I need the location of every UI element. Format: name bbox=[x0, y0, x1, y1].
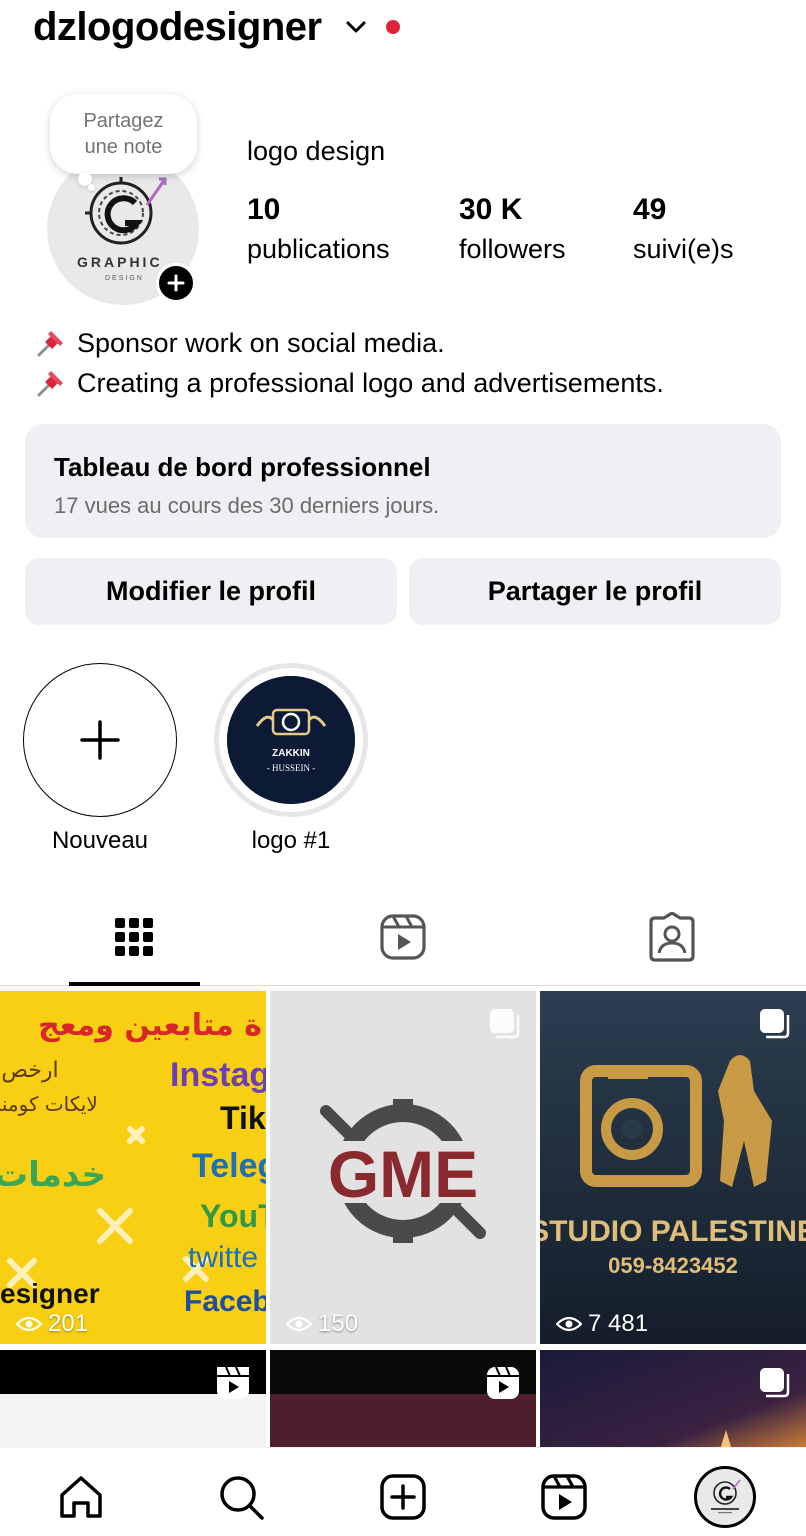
eye-icon bbox=[556, 1316, 582, 1332]
post-tile[interactable] bbox=[0, 1350, 266, 1447]
post-views: 201 bbox=[16, 1310, 88, 1338]
highlight-cover: ZAKKIN - HUSSEIN - bbox=[227, 676, 355, 804]
multiple-images-icon bbox=[490, 1009, 520, 1039]
avatar-text: GRAPHIC bbox=[77, 254, 163, 270]
nav-home[interactable] bbox=[56, 1472, 106, 1522]
profile-tabs bbox=[0, 895, 806, 986]
bio-line-1: Sponsor work on social media. bbox=[77, 328, 445, 358]
reel-icon bbox=[217, 1366, 249, 1399]
note-text-line1: Partagez bbox=[83, 110, 164, 132]
stat-following[interactable]: 49 suivi(e)s bbox=[633, 193, 734, 265]
nav-reels[interactable] bbox=[539, 1472, 589, 1522]
stat-value: 10 bbox=[247, 193, 281, 226]
stat-value: 30 K bbox=[459, 193, 523, 226]
highlight-new[interactable]: Nouveau bbox=[23, 663, 177, 855]
add-story-button[interactable] bbox=[156, 263, 196, 303]
post-views: 150 bbox=[286, 1310, 358, 1338]
pushpin-icon bbox=[37, 371, 63, 397]
post-views: 7 481 bbox=[556, 1310, 648, 1338]
post-image: GME bbox=[270, 991, 536, 1344]
post-arabic-3: خدمات bbox=[0, 1155, 106, 1195]
edit-profile-button[interactable]: Modifier le profil bbox=[25, 558, 397, 625]
post-brand: GME bbox=[328, 1137, 478, 1211]
highlight-logo-1[interactable]: ZAKKIN - HUSSEIN - logo #1 bbox=[214, 663, 368, 855]
note-tail-small bbox=[88, 184, 95, 191]
grid-icon[interactable] bbox=[109, 912, 159, 962]
post-platform: twitte bbox=[188, 1241, 258, 1274]
reels-icon bbox=[541, 1474, 587, 1520]
post-arabic-top: ة متابعين ومعج bbox=[38, 1008, 262, 1043]
highlight-cover-line2: - HUSSEIN - bbox=[267, 763, 316, 773]
nav-create[interactable] bbox=[378, 1472, 428, 1522]
reel-icon bbox=[487, 1366, 519, 1399]
stat-label: suivi(e)s bbox=[633, 234, 734, 264]
multiple-images-icon bbox=[760, 1009, 790, 1039]
views-count: 7 481 bbox=[588, 1310, 649, 1337]
share-profile-button[interactable]: Partager le profil bbox=[409, 558, 781, 625]
dashboard-subtitle: 17 vues au cours des 30 derniers jours. bbox=[54, 493, 440, 518]
views-count: 150 bbox=[318, 1310, 359, 1337]
reels-icon[interactable] bbox=[378, 912, 428, 962]
username[interactable]: dzlogodesigner bbox=[33, 5, 322, 50]
post-brand: STUDIO PALESTINE bbox=[540, 1215, 806, 1248]
nav-profile[interactable] bbox=[694, 1466, 756, 1528]
eye-icon bbox=[16, 1316, 42, 1332]
eye-icon bbox=[286, 1316, 312, 1332]
dashboard-title: Tableau de bord professionnel bbox=[54, 452, 431, 482]
post-platform: YouT bbox=[200, 1198, 266, 1234]
active-tab-indicator bbox=[69, 982, 200, 986]
post-platform: Facebo bbox=[184, 1285, 266, 1318]
highlight-label: logo #1 bbox=[251, 827, 331, 854]
chevron-down-icon[interactable] bbox=[344, 15, 368, 39]
highlight-cover-line1: ZAKKIN bbox=[272, 748, 310, 759]
post-tile[interactable] bbox=[270, 1350, 536, 1447]
post-platform: Teleg bbox=[192, 1147, 266, 1185]
highlight-label: Nouveau bbox=[51, 827, 149, 854]
highlight-circle: ZAKKIN - HUSSEIN - bbox=[214, 663, 368, 817]
stat-value: 49 bbox=[633, 193, 667, 226]
note-text-line2: une note bbox=[84, 136, 163, 158]
new-highlight-circle bbox=[23, 663, 177, 817]
post-platform: Tikt bbox=[220, 1100, 266, 1136]
post-tile[interactable]: GME 150 bbox=[270, 991, 536, 1344]
post-image: ة متابعين ومعج ارخص لايكات كومنت خدمات I… bbox=[0, 991, 266, 1344]
stat-label: publications bbox=[247, 234, 390, 264]
create-icon bbox=[380, 1474, 426, 1520]
avatar-thumbnail bbox=[711, 1479, 741, 1514]
post-word: esigner bbox=[0, 1278, 100, 1309]
professional-dashboard[interactable]: Tableau de bord professionnel 17 vues au… bbox=[25, 424, 781, 538]
tagged-icon[interactable] bbox=[647, 912, 697, 962]
share-note-bubble[interactable]: Partagez une note bbox=[50, 94, 197, 174]
plus-icon bbox=[167, 274, 185, 292]
plus-icon bbox=[80, 720, 120, 760]
post-arabic-1: ارخص bbox=[1, 1058, 58, 1083]
post-tile[interactable]: ة متابعين ومعج ارخص لايكات كومنت خدمات I… bbox=[0, 991, 266, 1344]
pushpin-icon bbox=[37, 331, 63, 357]
bio-line-2: Creating a professional logo and adverti… bbox=[77, 368, 664, 398]
bottom-navigation bbox=[0, 1447, 806, 1536]
stat-label: followers bbox=[459, 234, 566, 264]
stat-publications[interactable]: 10 publications bbox=[247, 193, 390, 265]
post-phone: 059-8423452 bbox=[608, 1253, 738, 1278]
notification-dot bbox=[385, 20, 400, 34]
multiple-images-icon bbox=[760, 1368, 790, 1398]
profile-avatar bbox=[694, 1466, 756, 1528]
post-image: STUDIO PALESTINE 059-8423452 bbox=[540, 991, 806, 1344]
avatar-subtext: DESIGN bbox=[105, 275, 144, 282]
post-tile[interactable]: STUDIO PALESTINE 059-8423452 7 481 bbox=[540, 991, 806, 1344]
stat-followers[interactable]: 30 K followers bbox=[459, 193, 566, 265]
views-count: 201 bbox=[48, 1310, 89, 1337]
search-icon bbox=[220, 1476, 264, 1520]
post-platform: Instag bbox=[170, 1056, 266, 1094]
profile-bio: Sponsor work on social media. Creating a… bbox=[33, 323, 664, 403]
profile-header: dzlogodesigner bbox=[33, 2, 400, 52]
display-name: logo design bbox=[247, 136, 386, 166]
post-arabic-2: لايكات كومنت bbox=[0, 1092, 98, 1116]
home-icon bbox=[60, 1476, 102, 1518]
posts-grid: ة متابعين ومعج ارخص لايكات كومنت خدمات I… bbox=[0, 991, 806, 1447]
nav-search[interactable] bbox=[216, 1472, 266, 1522]
post-tile[interactable] bbox=[540, 1350, 806, 1447]
